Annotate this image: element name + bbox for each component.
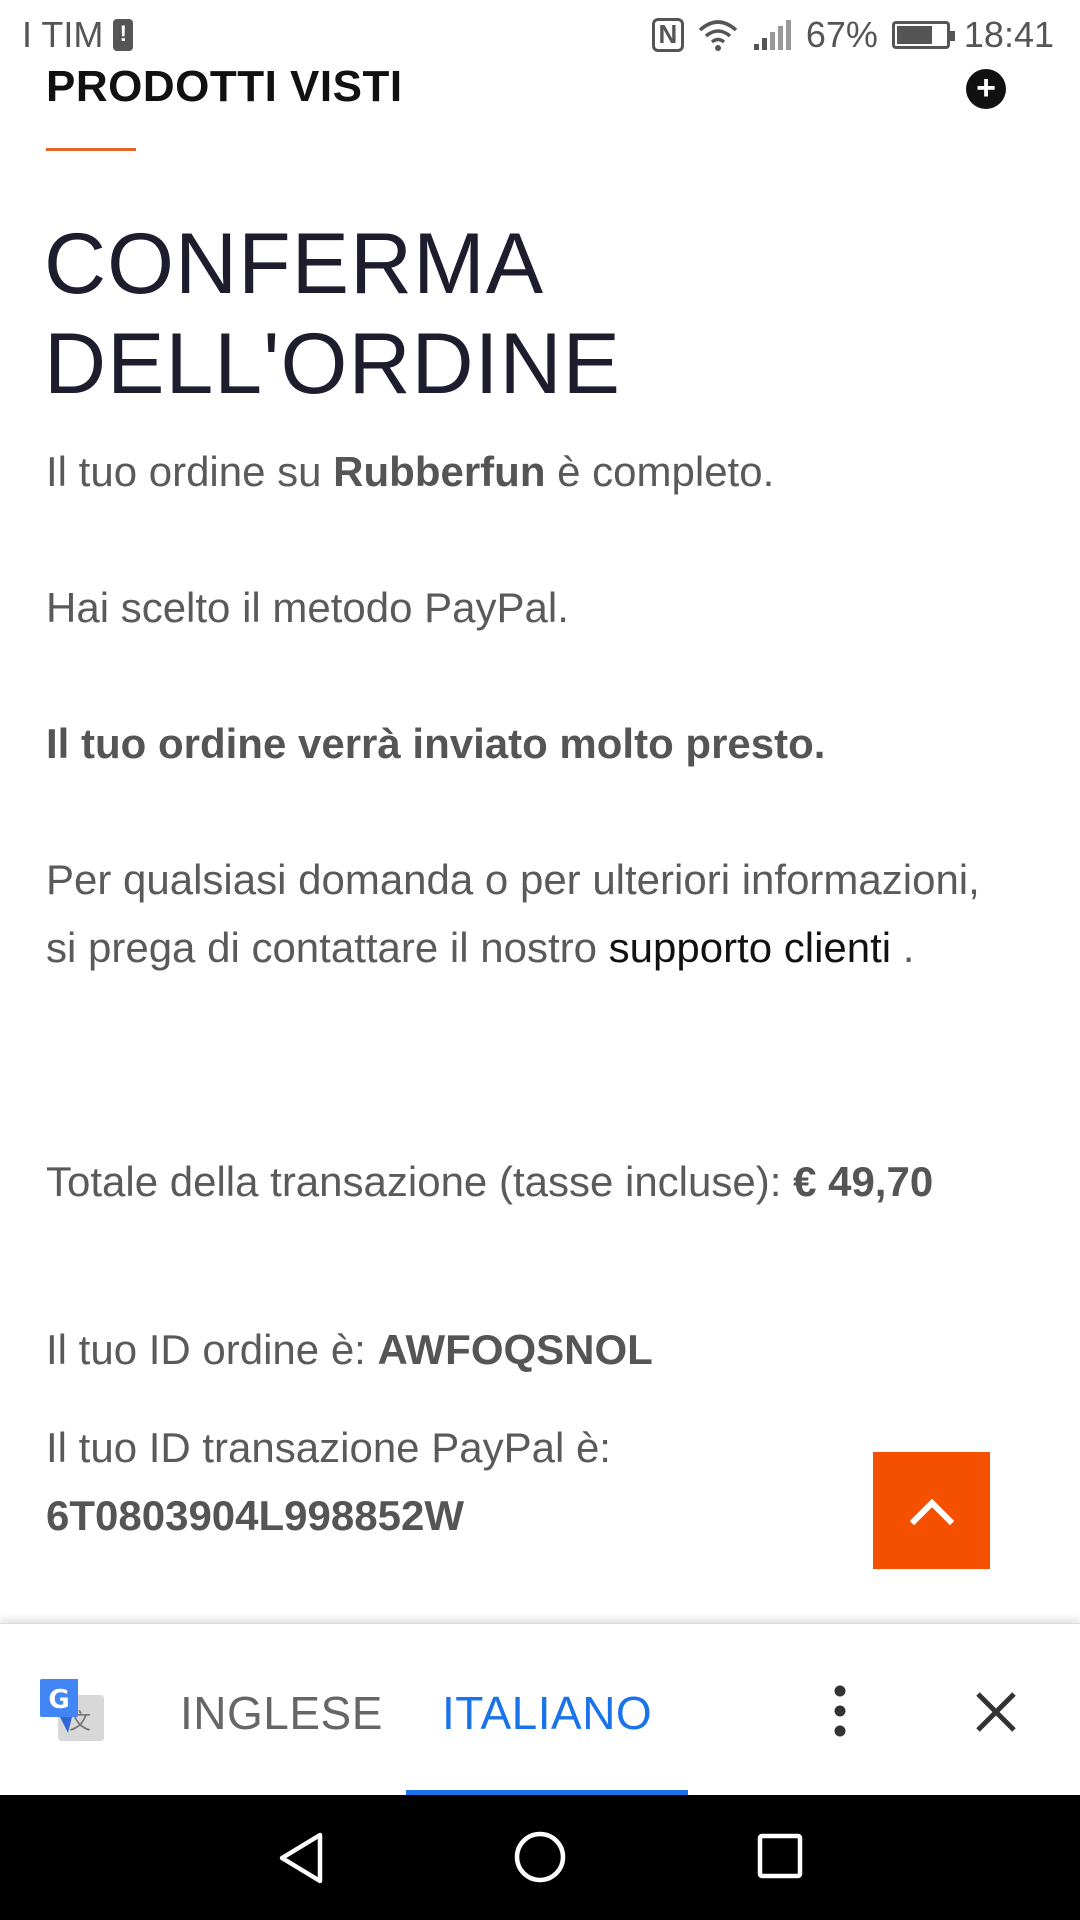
signal-icon — [753, 20, 791, 50]
order-id-value: AWFOQSNOL — [377, 1326, 653, 1373]
close-icon[interactable] — [974, 1690, 1018, 1734]
shipping-notice: Il tuo ordine verrà inviato molto presto… — [46, 720, 826, 767]
shop-name: Rubberfun — [333, 448, 546, 495]
more-vert-icon[interactable] — [823, 1684, 857, 1738]
paypal-id-value: 6T0803904L998852W — [46, 1492, 464, 1539]
contact-text: Per qualsiasi domanda o per ulteriori in… — [46, 846, 1006, 982]
support-link[interactable]: supporto clienti — [609, 924, 892, 971]
order-complete-suffix: è completo. — [545, 448, 775, 495]
tab-italian[interactable]: ITALIANO — [442, 1686, 652, 1740]
translate-bar: 文 G INGLESE ITALIANO — [0, 1623, 1080, 1796]
nav-home-icon[interactable] — [514, 1831, 566, 1883]
nav-recents-icon[interactable] — [757, 1833, 803, 1879]
nfc-icon — [651, 18, 684, 52]
battery-icon — [891, 21, 955, 49]
section-heading: PRODOTTI VISTI — [46, 62, 403, 111]
order-id-text: Il tuo ID ordine è: AWFOQSNOL — [46, 1316, 1006, 1384]
scroll-top-button[interactable] — [873, 1452, 990, 1569]
plus-circle-icon[interactable]: + — [966, 69, 1006, 109]
paypal-id-label: Il tuo ID transazione PayPal è: — [46, 1424, 611, 1471]
order-complete-text: Il tuo ordine su Rubberfun è completo. — [46, 438, 1006, 506]
clock: 18:41 — [963, 14, 1054, 55]
nav-bar — [0, 1795, 1080, 1920]
status-left: I TIM — [22, 14, 134, 56]
battery-percent: 67% — [805, 14, 878, 55]
status-right: 67% 18:41 — [651, 14, 1054, 56]
screen: I TIM 67% 18:41 PRODOTTI VISTI — [0, 0, 1080, 1920]
order-id-label: Il tuo ID ordine è: — [46, 1326, 378, 1373]
page-title-line1: CONFERMA — [44, 216, 545, 312]
chevron-up-icon — [909, 1498, 954, 1525]
tab-english[interactable]: INGLESE — [180, 1686, 383, 1740]
total-value: € 49,70 — [793, 1158, 934, 1205]
carrier-label: I TIM — [22, 14, 104, 55]
page-title: CONFERMA DELL'ORDINE — [44, 214, 1024, 414]
paypal-id-text: Il tuo ID transazione PayPal è: 6T0803904… — [46, 1414, 1006, 1550]
heading-underline — [46, 148, 136, 151]
page-title-line2: DELL'ORDINE — [44, 316, 622, 412]
svg-text:G: G — [48, 1685, 69, 1715]
google-translate-icon[interactable]: 文 G — [38, 1677, 106, 1745]
payment-method-text: Hai scelto il metodo PayPal. — [46, 584, 569, 631]
nav-back-icon[interactable] — [276, 1831, 326, 1885]
total-label: Totale della transazione (tasse incluse)… — [46, 1158, 794, 1205]
sim-alert-icon — [113, 19, 134, 51]
battery-fill — [896, 26, 932, 44]
wifi-icon — [698, 20, 738, 51]
contact-end: . — [891, 924, 915, 971]
total-text: Totale della transazione (tasse incluse)… — [46, 1148, 1006, 1216]
order-complete-prefix: Il tuo ordine su — [46, 448, 334, 495]
